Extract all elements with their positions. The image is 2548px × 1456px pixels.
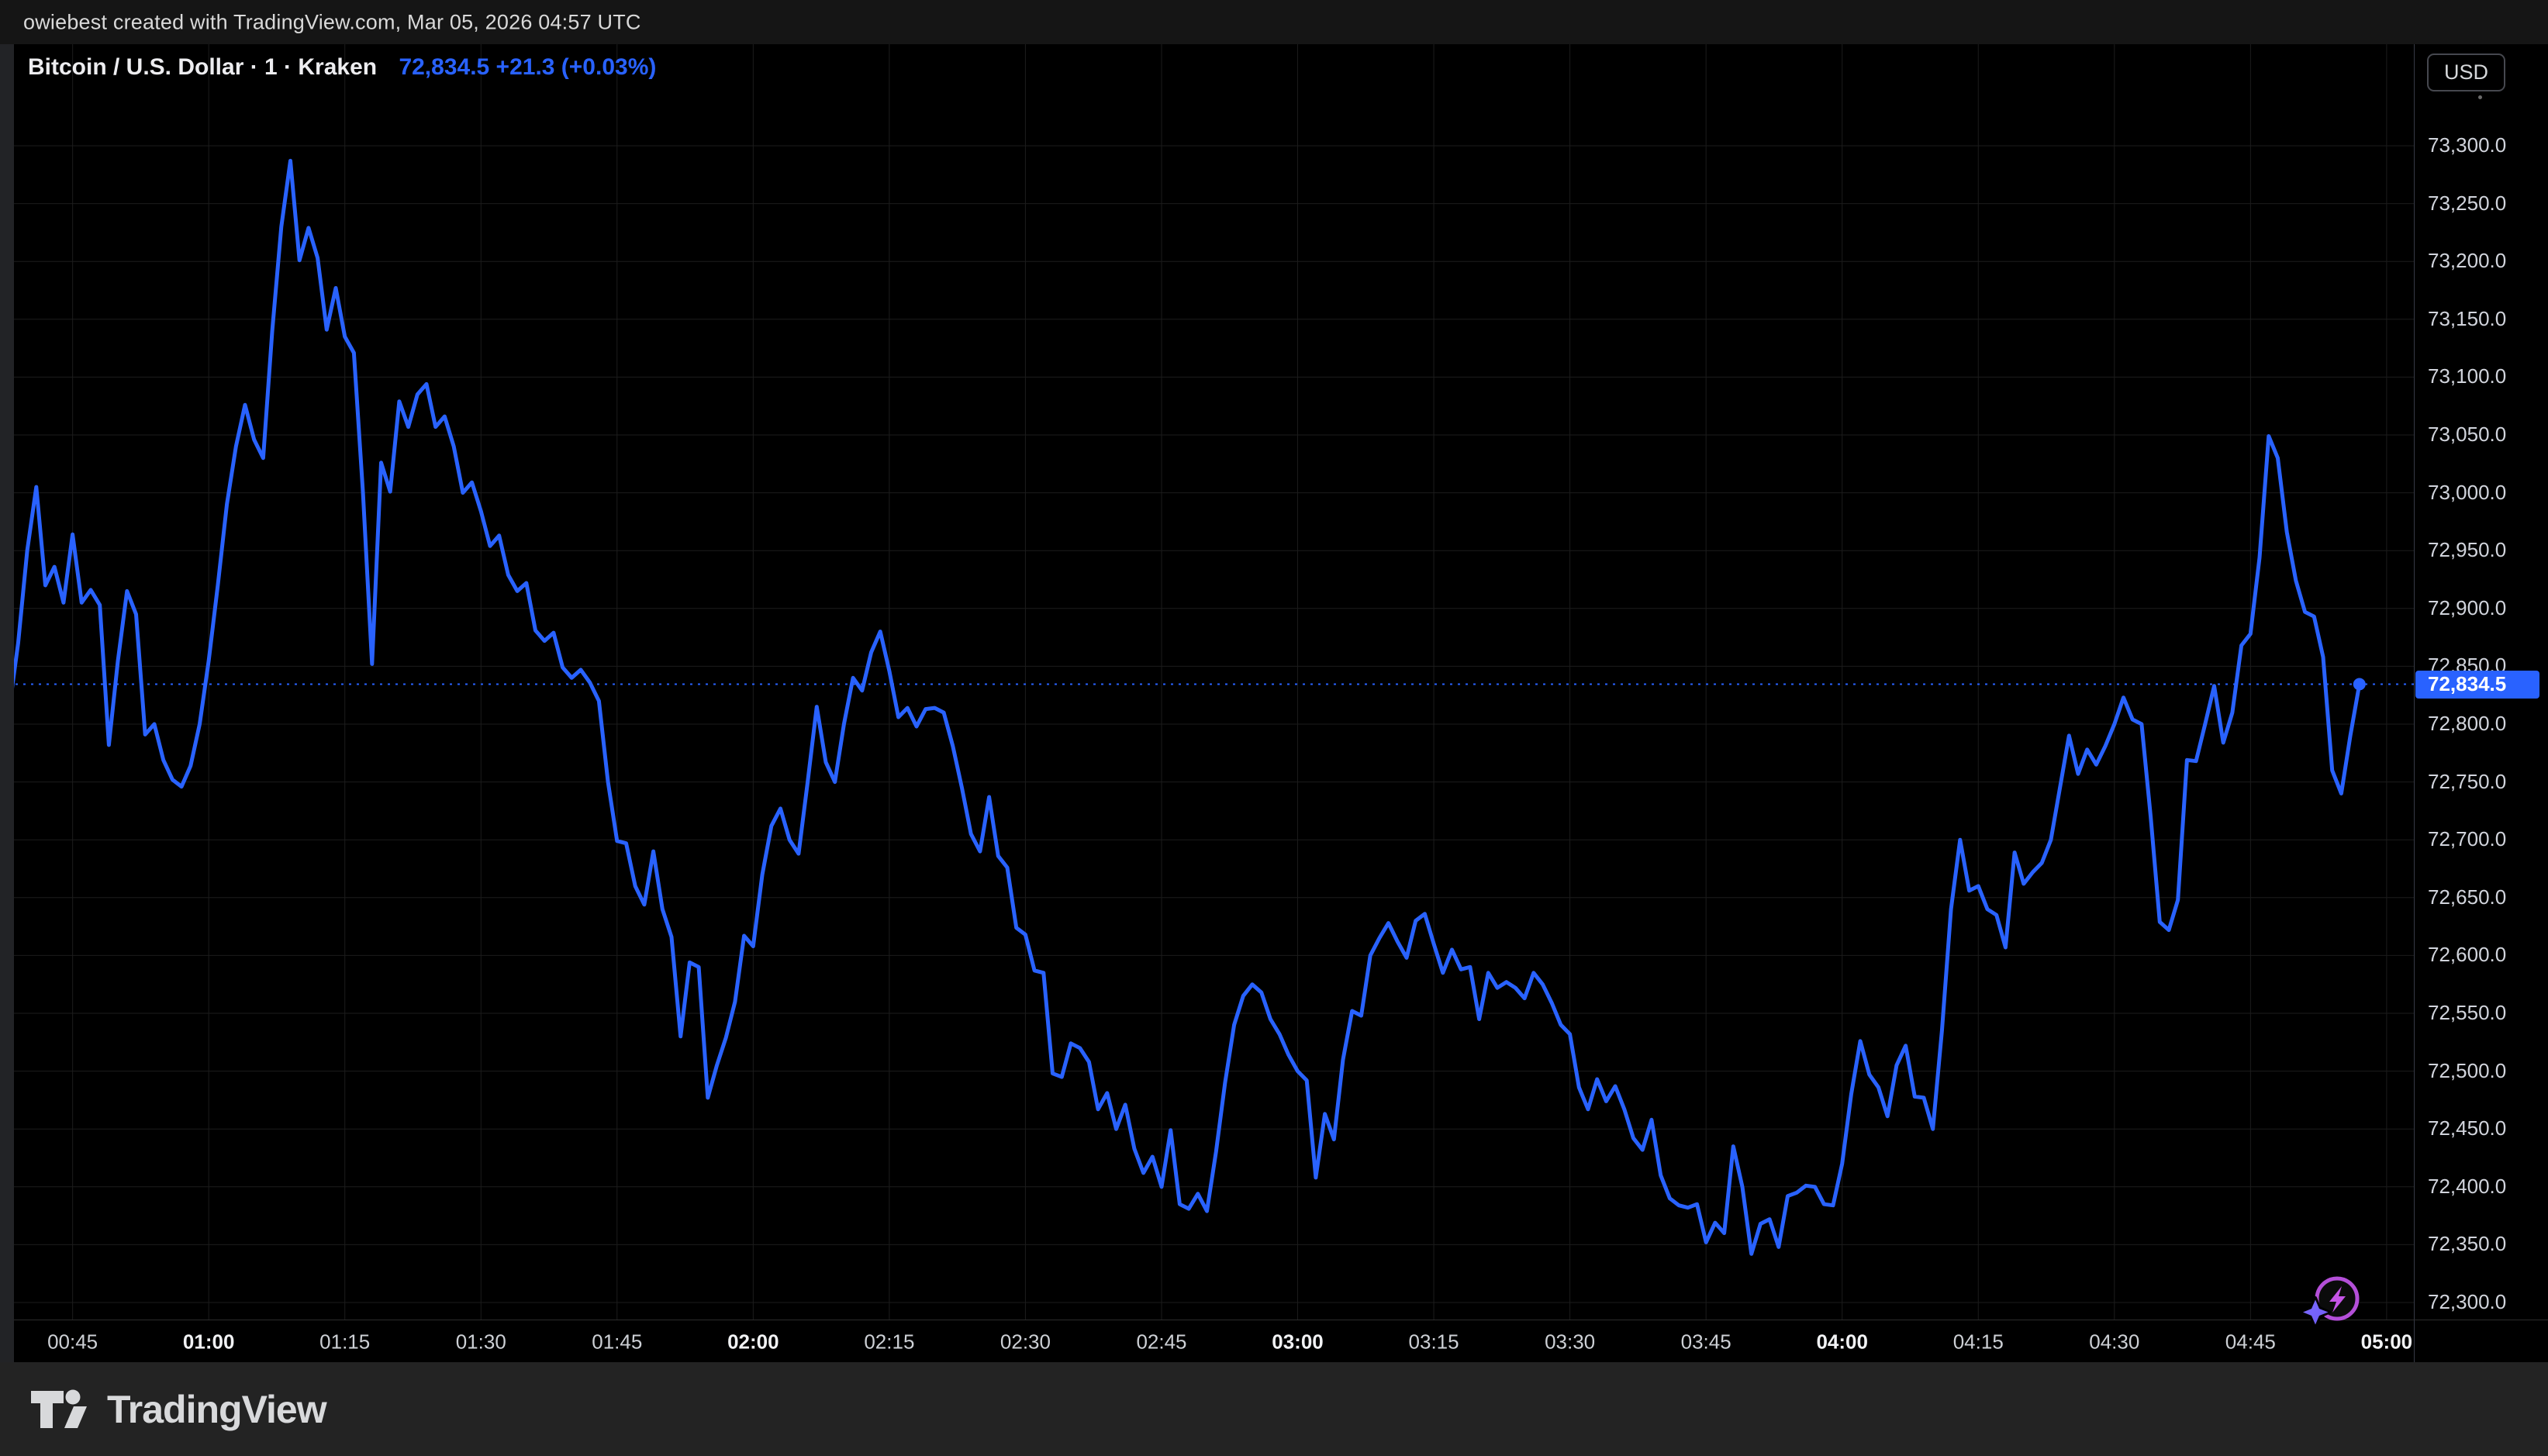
price-axis-label: 72,300.0 — [2428, 1290, 2506, 1314]
symbol-title: Bitcoin / U.S. Dollar · 1 · Kraken — [28, 54, 377, 80]
lightning-icon — [2297, 1270, 2367, 1332]
time-axis-label: 04:00 — [1816, 1330, 1868, 1354]
last-price-and-change: 72,834.5 +21.3 (+0.03%) — [399, 54, 656, 80]
price-axis-label: 72,650.0 — [2428, 885, 2506, 909]
price-axis-label: 72,600.0 — [2428, 943, 2506, 967]
price-axis-label: 73,050.0 — [2428, 423, 2506, 447]
chart-legend: Bitcoin / U.S. Dollar · 1 · Kraken 72,83… — [28, 54, 656, 81]
price-axis-label: 72,550.0 — [2428, 1001, 2506, 1025]
time-axis-label: 02:15 — [864, 1330, 914, 1354]
tradingview-chart-page: { "attribution": "owiebest created with … — [0, 0, 2548, 1456]
attribution-text: owiebest created with TradingView.com, M… — [23, 10, 641, 34]
tradingview-wordmark: TradingView — [107, 1387, 326, 1432]
price-axis[interactable]: USD 72,834.5 73,300.0 73,250.0 73,200.0 73,… — [2414, 44, 2548, 1320]
time-axis-label: 04:30 — [2089, 1330, 2139, 1354]
time-axis-label: 01:30 — [456, 1330, 506, 1354]
time-axis-label: 01:45 — [592, 1330, 642, 1354]
time-axis-label: 03:15 — [1409, 1330, 1459, 1354]
price-axis-label: 72,500.0 — [2428, 1059, 2506, 1083]
price-axis-label: 72,450.0 — [2428, 1116, 2506, 1140]
price-axis-label: 73,150.0 — [2428, 307, 2506, 331]
time-axis-label: 01:15 — [319, 1330, 370, 1354]
time-axis[interactable]: 00:45 01:00 01:15 01:30 01:45 02:00 02:15 02:30… — [0, 1320, 2414, 1363]
price-axis-label: 72,700.0 — [2428, 827, 2506, 851]
footer-bar: TradingView — [0, 1362, 2548, 1456]
flash-trade-button[interactable] — [2297, 1270, 2367, 1332]
time-axis-label: 03:00 — [1272, 1330, 1324, 1354]
time-axis-label: 00:45 — [47, 1330, 98, 1354]
price-axis-label: 72,400.0 — [2428, 1175, 2506, 1199]
attribution-bar: owiebest created with TradingView.com, M… — [0, 0, 2548, 45]
price-chart-canvas[interactable] — [0, 44, 2414, 1320]
time-axis-label: 05:00 — [2361, 1330, 2413, 1354]
last-price-dot — [2353, 678, 2366, 691]
currency-usd-button[interactable]: USD — [2427, 53, 2505, 91]
time-axis-label: 01:00 — [183, 1330, 235, 1354]
axis-handle-dot — [2478, 95, 2482, 99]
time-axis-label: 03:30 — [1545, 1330, 1595, 1354]
current-price-badge: 72,834.5 — [2415, 671, 2539, 699]
price-line-series — [0, 160, 2360, 1254]
time-axis-label: 02:45 — [1136, 1330, 1186, 1354]
left-edge-strip — [0, 44, 14, 1362]
price-axis-label: 73,100.0 — [2428, 364, 2506, 388]
price-axis-label: 72,900.0 — [2428, 596, 2506, 620]
time-axis-label: 02:30 — [1000, 1330, 1051, 1354]
price-axis-label: 72,750.0 — [2428, 770, 2506, 794]
price-axis-label: 73,000.0 — [2428, 481, 2506, 505]
tradingview-mark-icon — [29, 1388, 93, 1431]
tradingview-logo[interactable]: TradingView — [29, 1387, 326, 1432]
time-axis-label: 04:45 — [2225, 1330, 2276, 1354]
price-axis-label: 72,800.0 — [2428, 712, 2506, 736]
time-axis-label: 03:45 — [1681, 1330, 1731, 1354]
time-axis-label: 02:00 — [727, 1330, 779, 1354]
price-axis-label: 72,350.0 — [2428, 1232, 2506, 1256]
price-axis-label: 72,950.0 — [2428, 538, 2506, 562]
price-axis-label: 73,300.0 — [2428, 133, 2506, 157]
price-axis-label: 73,200.0 — [2428, 249, 2506, 273]
time-axis-label: 04:15 — [1953, 1330, 2004, 1354]
axis-corner — [2414, 1320, 2548, 1363]
price-axis-label: 73,250.0 — [2428, 191, 2506, 216]
